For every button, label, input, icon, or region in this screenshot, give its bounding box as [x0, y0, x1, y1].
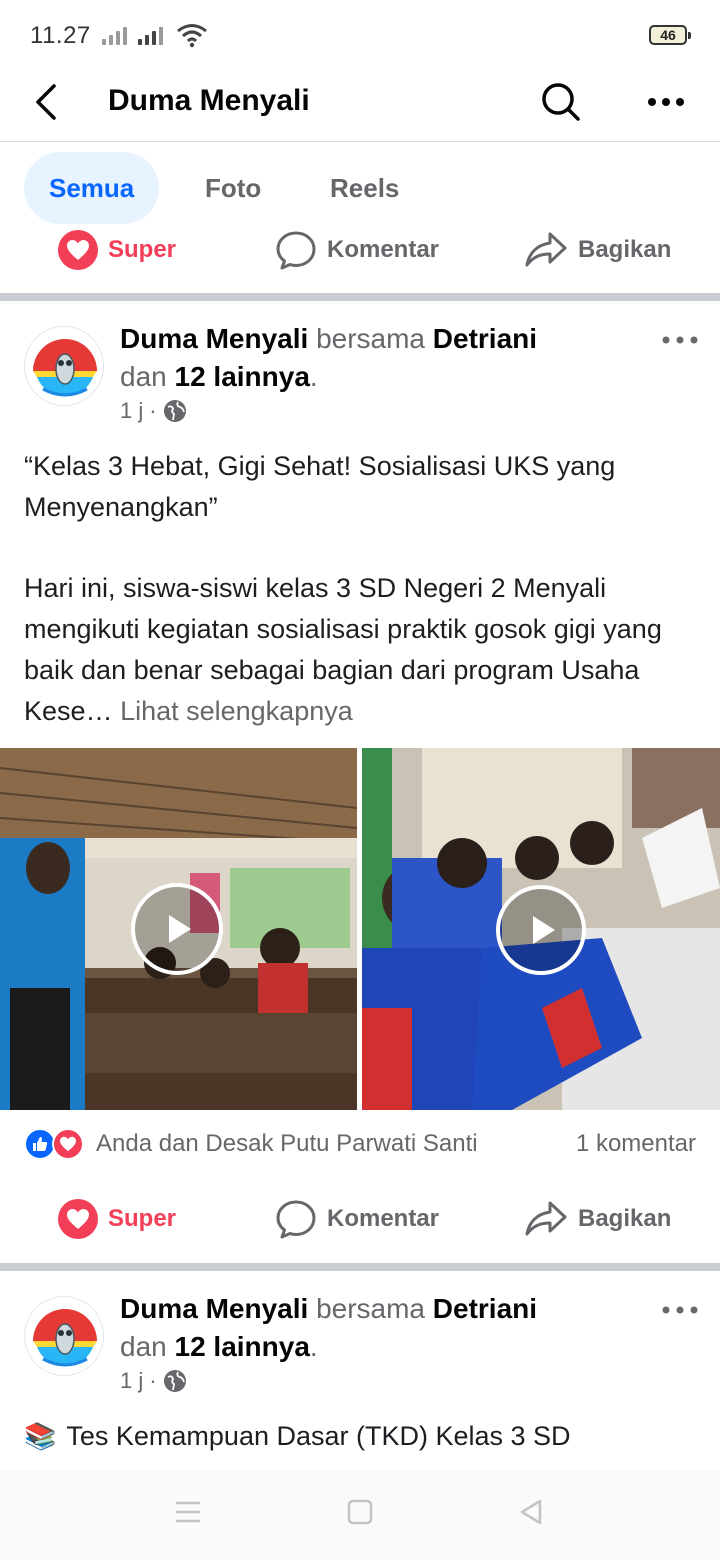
post-author-line: Duma Menyali bersama Detriani dan 12 lai… [120, 1293, 538, 1362]
comment-label: Komentar [327, 236, 440, 263]
with-word: bersama [316, 323, 425, 354]
share-button[interactable]: Bagikan [524, 220, 671, 280]
tab-reels[interactable]: Reels [305, 152, 424, 224]
school-logo-icon [26, 328, 103, 405]
play-icon[interactable] [131, 883, 223, 975]
post-author-line: Duma Menyali bersama Detriani dan 12 lai… [120, 323, 538, 392]
wifi-icon [177, 24, 207, 48]
page-title: Duma Menyali [108, 84, 310, 117]
super-button[interactable]: Super [58, 220, 176, 280]
tagged-name[interactable]: Detriani [433, 323, 537, 354]
super-button[interactable]: Super [58, 1189, 176, 1249]
comment-count[interactable]: 1 komentar [576, 1130, 696, 1158]
love-reaction-icon [52, 1128, 84, 1160]
post-time[interactable]: 1 j [120, 1368, 143, 1394]
back-nav-icon[interactable] [518, 1498, 544, 1526]
share-button[interactable]: Bagikan [524, 1189, 671, 1249]
previous-post-actions: Super Komentar Bagikan [0, 220, 720, 280]
post-time[interactable]: 1 j [120, 398, 143, 424]
comment-button[interactable]: Komentar [275, 1189, 439, 1249]
super-label: Super [108, 1205, 177, 1232]
comment-button[interactable]: Komentar [275, 220, 439, 280]
video-thumbnail[interactable] [362, 748, 720, 1110]
more-options-icon[interactable] [640, 80, 692, 124]
play-icon[interactable] [496, 885, 586, 975]
home-icon[interactable] [347, 1499, 373, 1525]
post-header: Duma Menyali bersama Detriani dan 12 lai… [0, 1270, 720, 1393]
comment-label: Komentar [327, 1205, 440, 1232]
video-thumbnail[interactable] [0, 748, 357, 1110]
post-media [0, 748, 720, 1110]
reactions-summary[interactable]: Anda dan Desak Putu Parwati Santi 1 kome… [0, 1120, 720, 1168]
share-label: Bagikan [578, 1205, 672, 1232]
search-icon[interactable] [536, 78, 584, 126]
post-title-text: “Kelas 3 Hebat, Gigi Sehat! Sosialisasi … [24, 451, 616, 522]
share-label: Bagikan [578, 236, 672, 263]
battery-indicator: 46 [649, 25, 691, 45]
comment-icon [276, 1200, 316, 1239]
signal-icon [102, 27, 127, 45]
menu-icon[interactable] [174, 1500, 202, 1524]
post-actions: Super Komentar Bagikan [0, 1189, 720, 1249]
others-link[interactable]: 12 lainnya [175, 1331, 310, 1362]
post-more-icon[interactable] [660, 1298, 700, 1322]
post-more-icon[interactable] [660, 328, 700, 352]
school-logo-icon [26, 1298, 103, 1375]
super-label: Super [108, 236, 177, 263]
post-title-text: Tes Kemampuan Dasar (TKD) Kelas 3 SD [66, 1421, 571, 1451]
see-more-link[interactable]: Lihat selengkapnya [120, 696, 353, 726]
heart-icon [58, 230, 98, 270]
books-emoji: 📚 [24, 1421, 57, 1451]
post-title: 📚 Tes Kemampuan Dasar (TKD) Kelas 3 SD [24, 1416, 704, 1457]
tagged-name[interactable]: Detriani [433, 1293, 537, 1324]
post-body: Hari ini, siswa-siswi kelas 3 SD Negeri … [24, 568, 704, 732]
avatar[interactable] [24, 1296, 104, 1376]
tab-semua[interactable]: Semua [24, 152, 160, 224]
and-word: dan [120, 1331, 167, 1362]
and-word: dan [120, 361, 167, 392]
signal-icon [138, 27, 163, 45]
author-name[interactable]: Duma Menyali [120, 1293, 308, 1324]
post-meta: 1 j · [120, 1368, 187, 1394]
share-icon [525, 232, 567, 267]
with-word: bersama [316, 1293, 425, 1324]
heart-icon [58, 1199, 98, 1239]
author-name[interactable]: Duma Menyali [120, 323, 308, 354]
others-link[interactable]: 12 lainnya [175, 361, 310, 392]
reaction-names: Anda dan Desak Putu Parwati Santi [96, 1130, 478, 1157]
back-icon[interactable] [26, 80, 70, 124]
status-time: 11.27 [30, 22, 91, 49]
globe-icon [163, 1370, 186, 1392]
globe-icon [163, 400, 186, 422]
system-nav-bar [0, 1470, 720, 1560]
post-header: Duma Menyali bersama Detriani dan 12 lai… [0, 300, 720, 423]
avatar[interactable] [24, 326, 104, 406]
share-icon [525, 1201, 567, 1236]
page-header: Duma Menyali [0, 70, 720, 142]
tab-foto[interactable]: Foto [180, 152, 286, 224]
status-bar: 11.27 46 [0, 0, 720, 70]
comment-icon [276, 231, 316, 270]
post-meta: 1 j · [120, 398, 187, 424]
